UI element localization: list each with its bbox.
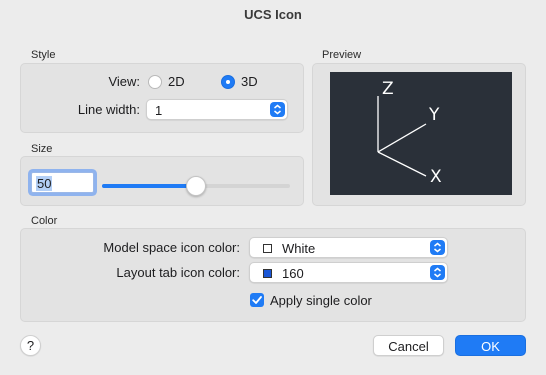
ucs-icon-preview: Z Y X (377, 79, 442, 187)
checkmark-icon (252, 296, 262, 304)
view-2d-radio[interactable] (148, 75, 162, 89)
layout-tab-color-label: Layout tab icon color: (116, 265, 240, 280)
y-axis-label: Y (428, 105, 440, 125)
chevron-updown-icon (270, 102, 285, 117)
model-space-swatch (263, 244, 272, 253)
cancel-button[interactable]: Cancel (373, 335, 444, 356)
y-axis-line (377, 123, 427, 153)
apply-single-color-checkbox[interactable] (250, 293, 264, 307)
chevron-updown-icon (430, 265, 445, 280)
apply-single-color-label[interactable]: Apply single color (270, 293, 372, 308)
view-3d-radio[interactable] (221, 75, 235, 89)
x-axis-label: X (430, 167, 442, 187)
line-width-label: Line width: (77, 102, 140, 117)
size-value: 50 (36, 176, 53, 191)
line-width-value: 1 (155, 103, 163, 118)
size-input[interactable]: 50 (31, 172, 94, 193)
layout-tab-swatch (263, 269, 272, 278)
preview-canvas: Z Y X (330, 72, 512, 195)
chevron-updown-icon (430, 240, 445, 255)
size-slider-fill (102, 184, 196, 188)
color-section-label: Color (31, 215, 58, 227)
view-3d-label[interactable]: 3D (241, 74, 258, 89)
preview-section-label: Preview (322, 49, 362, 61)
model-space-color-label: Model space icon color: (103, 240, 240, 255)
size-section-label: Size (31, 143, 53, 155)
ok-button[interactable]: OK (455, 335, 526, 356)
x-axis-line (377, 151, 427, 177)
z-axis-label: Z (382, 79, 394, 99)
model-space-color-value: White (282, 241, 316, 256)
line-width-select[interactable]: 1 (146, 99, 288, 120)
size-slider-thumb[interactable] (186, 176, 206, 196)
window-title: UCS Icon (244, 7, 302, 22)
view-2d-label[interactable]: 2D (168, 74, 185, 89)
view-label: View: (108, 74, 140, 89)
model-space-color-select[interactable]: White (249, 237, 448, 258)
style-section-label: Style (31, 49, 56, 61)
help-button[interactable]: ? (20, 335, 41, 356)
layout-tab-color-value: 160 (282, 266, 304, 281)
layout-tab-color-select[interactable]: 160 (249, 262, 448, 283)
